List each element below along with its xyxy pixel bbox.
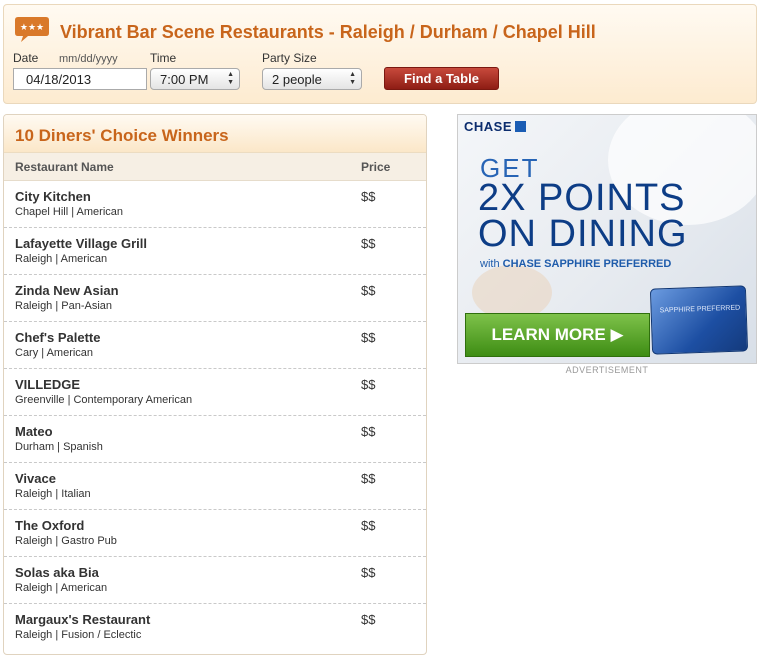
- credit-card-text: SAPPHIRE PREFERRED: [659, 304, 741, 315]
- speech-bubble-stars-icon: ★★★: [15, 17, 49, 42]
- table-row: The Oxford Raleigh | Gastro Pub $$: [4, 510, 426, 557]
- restaurant-price: $$: [361, 565, 376, 580]
- ad-subline-prefix: with: [480, 258, 500, 270]
- restaurant-location-cuisine: Raleigh | American: [15, 582, 108, 594]
- restaurant-name-link[interactable]: VILLEDGE: [15, 377, 80, 392]
- restaurant-price: $$: [361, 283, 376, 298]
- time-select-value: 7:00 PM: [160, 72, 209, 87]
- learn-more-button[interactable]: LEARN MORE ▶: [465, 313, 650, 357]
- diners-choice-winners-panel: 10 Diners' Choice Winners Restaurant Nam…: [3, 114, 427, 655]
- column-header-restaurant-name: Restaurant Name: [15, 160, 114, 174]
- chase-logo: CHASE: [464, 119, 527, 134]
- table-row: Zinda New Asian Raleigh | Pan-Asian $$: [4, 275, 426, 322]
- winners-header: 10 Diners' Choice Winners: [4, 115, 426, 153]
- restaurant-name-link[interactable]: Vivace: [15, 471, 56, 486]
- table-row: Mateo Durham | Spanish $$: [4, 416, 426, 463]
- restaurant-location-cuisine: Greenville | Contemporary American: [15, 394, 193, 406]
- stepper-arrows-icon: ▲ ▼: [349, 71, 356, 86]
- time-label: Time: [150, 51, 177, 65]
- table-row: Vivace Raleigh | Italian $$: [4, 463, 426, 510]
- svg-text:★★★: ★★★: [20, 23, 44, 33]
- restaurant-location-cuisine: Raleigh | Pan-Asian: [15, 300, 113, 312]
- time-select[interactable]: 7:00 PM ▲ ▼: [150, 68, 240, 90]
- stepper-arrows-icon: ▲ ▼: [227, 71, 234, 86]
- food-plate-image: [472, 265, 552, 320]
- restaurant-name-link[interactable]: City Kitchen: [15, 189, 91, 204]
- restaurant-location-cuisine: Raleigh | Gastro Pub: [15, 535, 117, 547]
- reservation-search-panel: ★★★ Vibrant Bar Scene Restaurants - Rale…: [3, 4, 757, 104]
- restaurant-location-cuisine: Cary | American: [15, 347, 94, 359]
- restaurant-name-link[interactable]: The Oxford: [15, 518, 84, 533]
- restaurant-price: $$: [361, 518, 376, 533]
- column-header-price: Price: [361, 160, 391, 174]
- restaurant-name-link[interactable]: Solas aka Bia: [15, 565, 99, 580]
- party-size-label: Party Size: [262, 51, 317, 65]
- chase-brand-text: CHASE: [464, 119, 513, 134]
- restaurant-name-link[interactable]: Zinda New Asian: [15, 283, 119, 298]
- restaurant-price: $$: [361, 377, 376, 392]
- date-label: Date: [13, 51, 39, 65]
- restaurant-location-cuisine: Chapel Hill | American: [15, 206, 124, 218]
- date-input[interactable]: 04/18/2013: [13, 68, 147, 90]
- chase-sapphire-ad[interactable]: CHASE GET 2X POINTS ON DINING with CHASE…: [457, 114, 757, 364]
- chase-octagon-icon: [515, 121, 527, 132]
- restaurant-location-cuisine: Raleigh | American: [15, 253, 108, 265]
- ad-headline-dining: ON DINING: [478, 213, 688, 255]
- page-title: Vibrant Bar Scene Restaurants - Raleigh …: [60, 22, 596, 42]
- table-row: Margaux's Restaurant Raleigh | Fusion / …: [4, 604, 426, 651]
- credit-card-image: SAPPHIRE PREFERRED: [649, 285, 749, 355]
- ad-subline: with CHASE SAPPHIRE PREFERRED: [480, 258, 671, 270]
- restaurant-location-cuisine: Durham | Spanish: [15, 441, 103, 453]
- table-row: VILLEDGE Greenville | Contemporary Ameri…: [4, 369, 426, 416]
- party-size-select-value: 2 people: [272, 72, 322, 87]
- winners-title: 10 Diners' Choice Winners: [15, 126, 229, 145]
- restaurant-name-link[interactable]: Chef's Palette: [15, 330, 100, 345]
- restaurant-price: $$: [361, 236, 376, 251]
- restaurant-name-link[interactable]: Mateo: [15, 424, 53, 439]
- restaurant-location-cuisine: Raleigh | Fusion / Eclectic: [15, 629, 142, 641]
- table-row: Solas aka Bia Raleigh | American $$: [4, 557, 426, 604]
- date-format-hint: mm/dd/yyyy: [59, 53, 118, 65]
- table-header: Restaurant Name Price: [4, 153, 426, 181]
- restaurant-price: $$: [361, 189, 376, 204]
- find-a-table-button[interactable]: Find a Table: [384, 67, 499, 90]
- restaurant-name-link[interactable]: Margaux's Restaurant: [15, 612, 150, 627]
- restaurant-location-cuisine: Raleigh | Italian: [15, 488, 91, 500]
- restaurant-price: $$: [361, 424, 376, 439]
- party-size-select[interactable]: 2 people ▲ ▼: [262, 68, 362, 90]
- restaurant-name-link[interactable]: Lafayette Village Grill: [15, 236, 147, 251]
- ad-subline-card: CHASE SAPPHIRE PREFERRED: [502, 258, 672, 270]
- advertisement-label: ADVERTISEMENT: [565, 365, 649, 375]
- table-row: City Kitchen Chapel Hill | American $$: [4, 181, 426, 228]
- restaurant-price: $$: [361, 330, 376, 345]
- restaurant-price: $$: [361, 612, 376, 627]
- table-row: Lafayette Village Grill Raleigh | Americ…: [4, 228, 426, 275]
- table-row: Chef's Palette Cary | American $$: [4, 322, 426, 369]
- restaurant-price: $$: [361, 471, 376, 486]
